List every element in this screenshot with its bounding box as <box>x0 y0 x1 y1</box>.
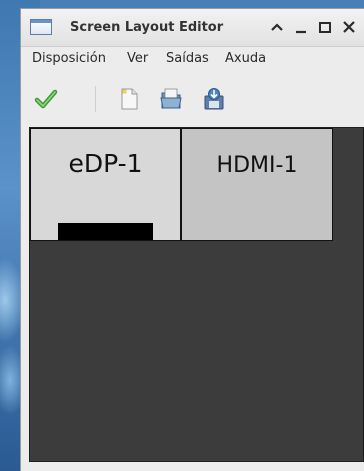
apply-button[interactable] <box>33 86 59 112</box>
toolbar <box>21 72 364 127</box>
title-bar[interactable]: Screen Layout Editor <box>21 9 364 47</box>
monitor-label: eDP-1 <box>68 149 143 178</box>
monitor-edp-1[interactable]: eDP-1 <box>30 128 181 241</box>
minimize-button[interactable] <box>291 17 311 37</box>
checkmark-icon <box>34 89 58 109</box>
minimize-icon <box>296 30 306 34</box>
maximize-icon <box>319 22 331 33</box>
window-title: Screen Layout Editor <box>70 20 224 35</box>
open-layout-button[interactable] <box>158 86 184 112</box>
menu-bar: Disposición Ver Saídas Axuda <box>21 47 364 71</box>
toolbar-separator <box>95 86 96 112</box>
open-folder-icon <box>160 88 182 109</box>
new-layout-button[interactable] <box>116 86 142 112</box>
menu-axuda[interactable]: Axuda <box>225 51 266 66</box>
monitor-label: HDMI-1 <box>216 153 298 178</box>
save-disk-icon <box>204 88 224 110</box>
app-window: Screen Layout Editor Disposición Ver Saí <box>20 8 364 471</box>
save-layout-button[interactable] <box>201 86 227 112</box>
menu-disposicion[interactable]: Disposición <box>32 51 106 66</box>
new-document-icon <box>121 88 138 110</box>
chevron-up-icon <box>271 23 283 31</box>
menu-saidas[interactable]: Saídas <box>166 51 209 66</box>
maximize-button[interactable] <box>315 17 335 37</box>
close-button[interactable] <box>339 17 359 37</box>
window-bottom-border <box>21 463 364 471</box>
window-app-icon <box>30 19 52 35</box>
primary-indicator <box>58 223 153 240</box>
close-icon <box>343 21 355 33</box>
shade-button[interactable] <box>267 17 287 37</box>
monitor-hdmi-1[interactable]: HDMI-1 <box>181 128 333 241</box>
layout-canvas[interactable]: eDP-1 HDMI-1 <box>29 127 364 462</box>
menu-ver[interactable]: Ver <box>127 51 148 66</box>
